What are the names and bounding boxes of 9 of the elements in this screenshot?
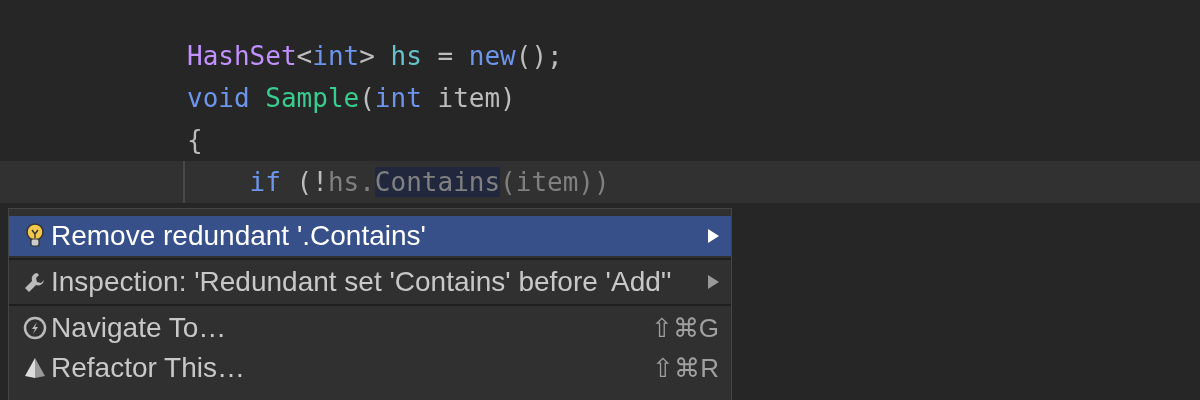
shortcut-label: ⇧⌘R <box>652 351 719 385</box>
menu-item[interactable]: Refactor This… ⇧⌘R <box>9 348 731 388</box>
menu-item[interactable]: Inspection: 'Redundant set 'Contains' before 'Add'' <box>9 262 731 302</box>
shortcut-label: ⇧⌘G <box>650 311 719 345</box>
menu-item[interactable]: Remove redundant '.Contains' <box>9 216 731 256</box>
compass-icon <box>23 316 47 340</box>
menu-item[interactable]: Navigate To… ⇧⌘G <box>9 308 731 348</box>
lightbulb-icon <box>25 223 45 249</box>
pyramid-icon <box>23 356 47 380</box>
